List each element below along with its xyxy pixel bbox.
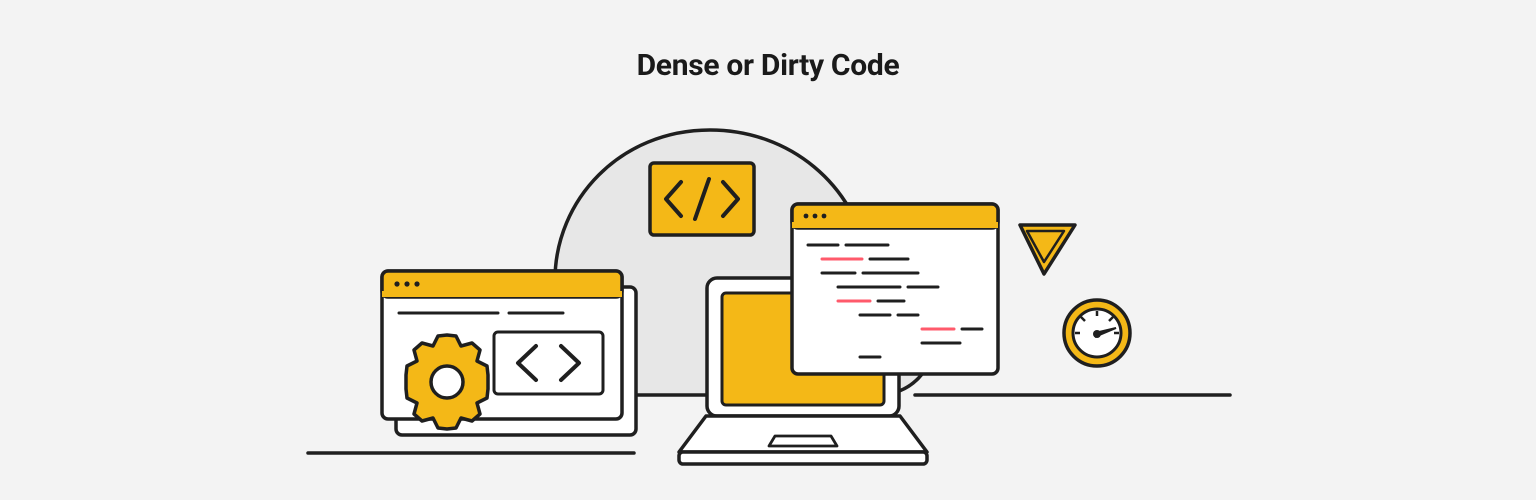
gear-icon [406,335,488,429]
gauge-icon [1064,300,1130,366]
code-window-icon [792,204,998,374]
diagram-illustration [0,0,1536,500]
code-brackets-icon [650,163,754,235]
cursor-icon [1020,225,1075,274]
